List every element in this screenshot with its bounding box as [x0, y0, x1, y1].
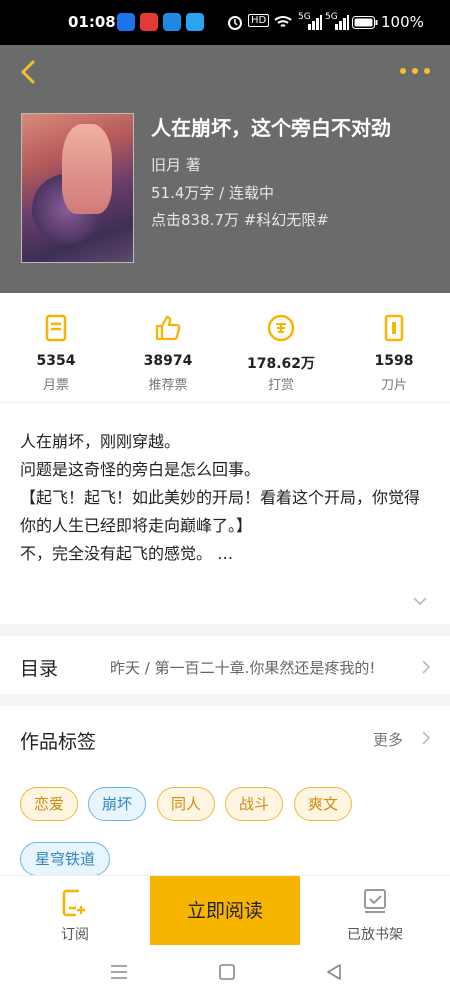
reward-coin-icon: [267, 314, 295, 342]
menu-nav-icon[interactable]: [110, 964, 128, 980]
tag-chip[interactable]: 恋爱: [20, 787, 78, 821]
stat-label: 推荐票: [148, 378, 188, 393]
tag-chip[interactable]: 星穹铁道: [20, 842, 110, 876]
subscribe-button[interactable]: 订阅: [0, 876, 150, 946]
tag-chip[interactable]: 战斗: [225, 787, 283, 821]
book-title: 人在崩坏，这个旁白不对劲: [151, 116, 391, 140]
battery-percent: 100%: [381, 13, 424, 31]
status-bar: 01:08 HD 5G 5G 100%: [0, 0, 450, 45]
toc-title[interactable]: 目录: [20, 654, 58, 681]
status-time: 01:08: [68, 13, 116, 31]
on-shelf-button[interactable]: 已放书架: [300, 876, 450, 946]
tags-section-title: 作品标签: [20, 731, 97, 753]
blade-icon: [384, 314, 404, 342]
tags-more-link[interactable]: 更多: [373, 729, 403, 750]
app-telegram-icon: [163, 13, 181, 31]
more-options-icon[interactable]: [400, 68, 430, 78]
book-description[interactable]: 人在崩坏，刚刚穿越。 问题是这奇怪的旁白是怎么回事。 【起飞！起飞！如此美妙的开…: [20, 428, 432, 568]
battery-icon: [352, 16, 378, 29]
book-clicks-tag: 点击838.7万 #科幻无限#: [151, 211, 329, 229]
book-cover-image[interactable]: [21, 113, 134, 263]
description-line: 【起飞！起飞！如此美妙的开局！看着这个开局，你觉得你的人生已经即将走向巅峰了。】: [20, 488, 421, 535]
back-nav-icon[interactable]: [326, 964, 342, 980]
stats-row: 5354 月票 38974 推荐票 178.62万 打赏 1598 刀片: [0, 293, 450, 403]
section-divider: [0, 694, 450, 706]
on-shelf-label: 已放书架: [347, 927, 403, 943]
wifi-icon: [274, 16, 292, 27]
bookshelf-check-icon: [364, 889, 386, 913]
stat-label: 刀片: [380, 378, 407, 393]
system-nav-bar: [0, 945, 450, 1000]
tag-chip[interactable]: 崩坏: [88, 787, 146, 821]
tag-chip[interactable]: 爽文: [294, 787, 352, 821]
bottom-action-bar: 订阅 立即阅读 已放书架: [0, 875, 450, 946]
alarm-icon: [228, 16, 242, 30]
stat-number: 178.62万: [246, 356, 316, 372]
ticket-icon: [45, 314, 67, 342]
stat-label: 月票: [42, 378, 69, 393]
hd-badge: HD: [248, 14, 270, 27]
section-divider: [0, 624, 450, 636]
read-now-button[interactable]: 立即阅读: [150, 876, 300, 946]
tag-chip[interactable]: 同人: [157, 787, 215, 821]
description-line: 问题是这奇怪的旁白是怎么回事。: [20, 460, 261, 479]
description-line: 人在崩坏，刚刚穿越。: [20, 432, 181, 451]
app-shield-icon: [117, 13, 135, 31]
stat-number: 38974: [143, 353, 193, 369]
signal-icon-2: [335, 15, 349, 30]
book-words-status: 51.4万字 / 连载中: [151, 184, 274, 202]
thumbs-up-icon: [155, 315, 181, 341]
description-line: 不，完全没有起飞的感觉。 …: [20, 544, 234, 563]
toc-latest-chapter[interactable]: 昨天 / 第一百二十章.你果然还是疼我的!: [110, 657, 375, 678]
stat-number: 1598: [374, 353, 414, 369]
home-nav-icon[interactable]: [219, 964, 235, 980]
app-weibo-icon: [140, 13, 158, 31]
stat-label: 打赏: [267, 378, 294, 393]
app-generic-icon: [186, 13, 204, 31]
toc-chevron-right-icon[interactable]: [421, 660, 431, 674]
expand-chevron-down-icon[interactable]: [412, 596, 428, 606]
subscribe-icon: [62, 889, 85, 917]
book-author[interactable]: 旧月 著: [151, 154, 201, 175]
tags-chevron-right-icon[interactable]: [421, 731, 431, 745]
subscribe-label: 订阅: [61, 927, 89, 943]
stat-number: 5354: [36, 353, 76, 369]
signal-icon: [308, 15, 322, 30]
back-arrow-icon[interactable]: [16, 58, 40, 86]
